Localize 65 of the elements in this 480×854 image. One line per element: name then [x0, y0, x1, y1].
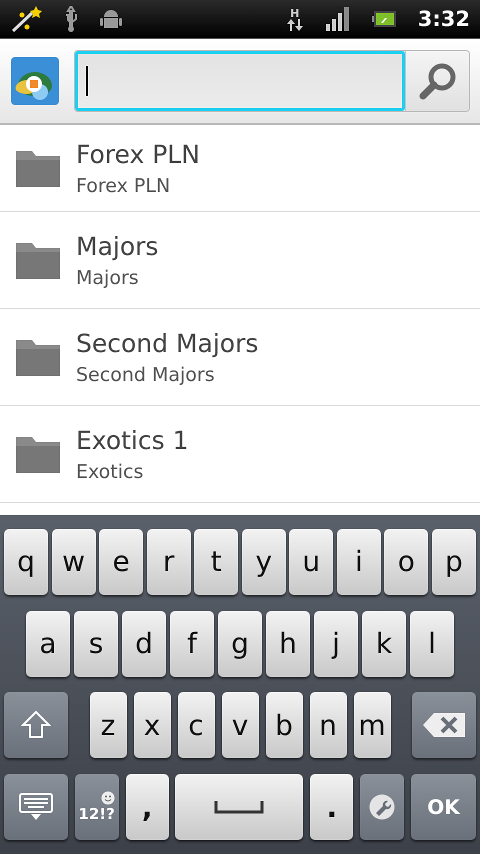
key[interactable]: t [194, 528, 238, 595]
settings-key[interactable] [360, 774, 404, 840]
ok-key[interactable]: OK [410, 774, 476, 840]
shift-icon [21, 710, 51, 740]
key[interactable]: o [384, 528, 428, 595]
folder-title: Forex PLN [76, 140, 200, 168]
folder-title: Exotics 1 [76, 426, 188, 454]
key[interactable]: q [4, 528, 48, 595]
symbols-key[interactable]: 12!? [74, 774, 119, 840]
search-field[interactable] [74, 50, 470, 112]
key[interactable]: x [134, 692, 170, 758]
hide-keyboard-key[interactable] [4, 774, 68, 840]
space-key[interactable] [175, 774, 304, 840]
search-icon [418, 61, 458, 101]
folder-row[interactable]: Exotics 1 Exotics [0, 406, 480, 503]
key[interactable]: y [242, 528, 286, 595]
key[interactable]: s [74, 610, 118, 677]
key[interactable]: g [218, 610, 262, 677]
folder-subtitle: Forex PLN [76, 174, 172, 196]
folder-subtitle: Majors [76, 266, 140, 288]
android-icon [100, 7, 122, 31]
shift-key[interactable] [4, 692, 68, 758]
key[interactable]: k [362, 610, 406, 677]
key[interactable]: d [122, 610, 166, 677]
key[interactable]: u [289, 528, 334, 595]
key[interactable]: p [432, 528, 476, 595]
keyboard-icon [18, 792, 54, 822]
usb-icon [64, 6, 78, 32]
search-button[interactable] [405, 51, 469, 111]
delete-key[interactable] [412, 692, 476, 758]
app-logo-icon[interactable] [10, 56, 60, 106]
wrench-icon [369, 794, 396, 820]
key[interactable]: w [52, 528, 96, 595]
folder-title: Majors [76, 232, 158, 260]
magic-wand-icon [10, 5, 42, 33]
data-arrows-icon [286, 18, 304, 30]
folder-row[interactable]: Second Majors Second Majors [0, 309, 480, 406]
key[interactable]: n [310, 692, 346, 758]
key[interactable]: c [178, 692, 214, 758]
folder-row[interactable]: Forex PLN Forex PLN [0, 125, 480, 212]
signal-icon [326, 7, 350, 31]
clock: 3:32 [418, 7, 470, 31]
folder-subtitle: Second Majors [76, 364, 216, 386]
folder-subtitle: Exotics [76, 460, 144, 482]
key[interactable]: m [354, 692, 390, 758]
key[interactable]: , [126, 774, 169, 840]
folder-row[interactable]: Majors Majors [0, 212, 480, 309]
backspace-icon [422, 712, 466, 738]
smiley-icon [100, 791, 115, 806]
key[interactable]: e [99, 528, 144, 595]
key[interactable]: l [410, 610, 454, 677]
key[interactable]: f [170, 610, 214, 677]
key[interactable]: i [336, 528, 381, 595]
key[interactable]: . [310, 774, 354, 840]
key[interactable]: v [222, 692, 258, 758]
key[interactable]: h [266, 610, 310, 677]
battery-icon [372, 11, 396, 27]
key[interactable]: z [90, 692, 126, 758]
key[interactable]: r [146, 528, 191, 595]
key[interactable]: j [314, 610, 358, 677]
space-icon [214, 800, 264, 814]
key[interactable]: a [26, 610, 70, 677]
folder-title: Second Majors [76, 328, 258, 358]
network-type-label: H [290, 8, 300, 18]
key[interactable]: b [266, 692, 302, 758]
